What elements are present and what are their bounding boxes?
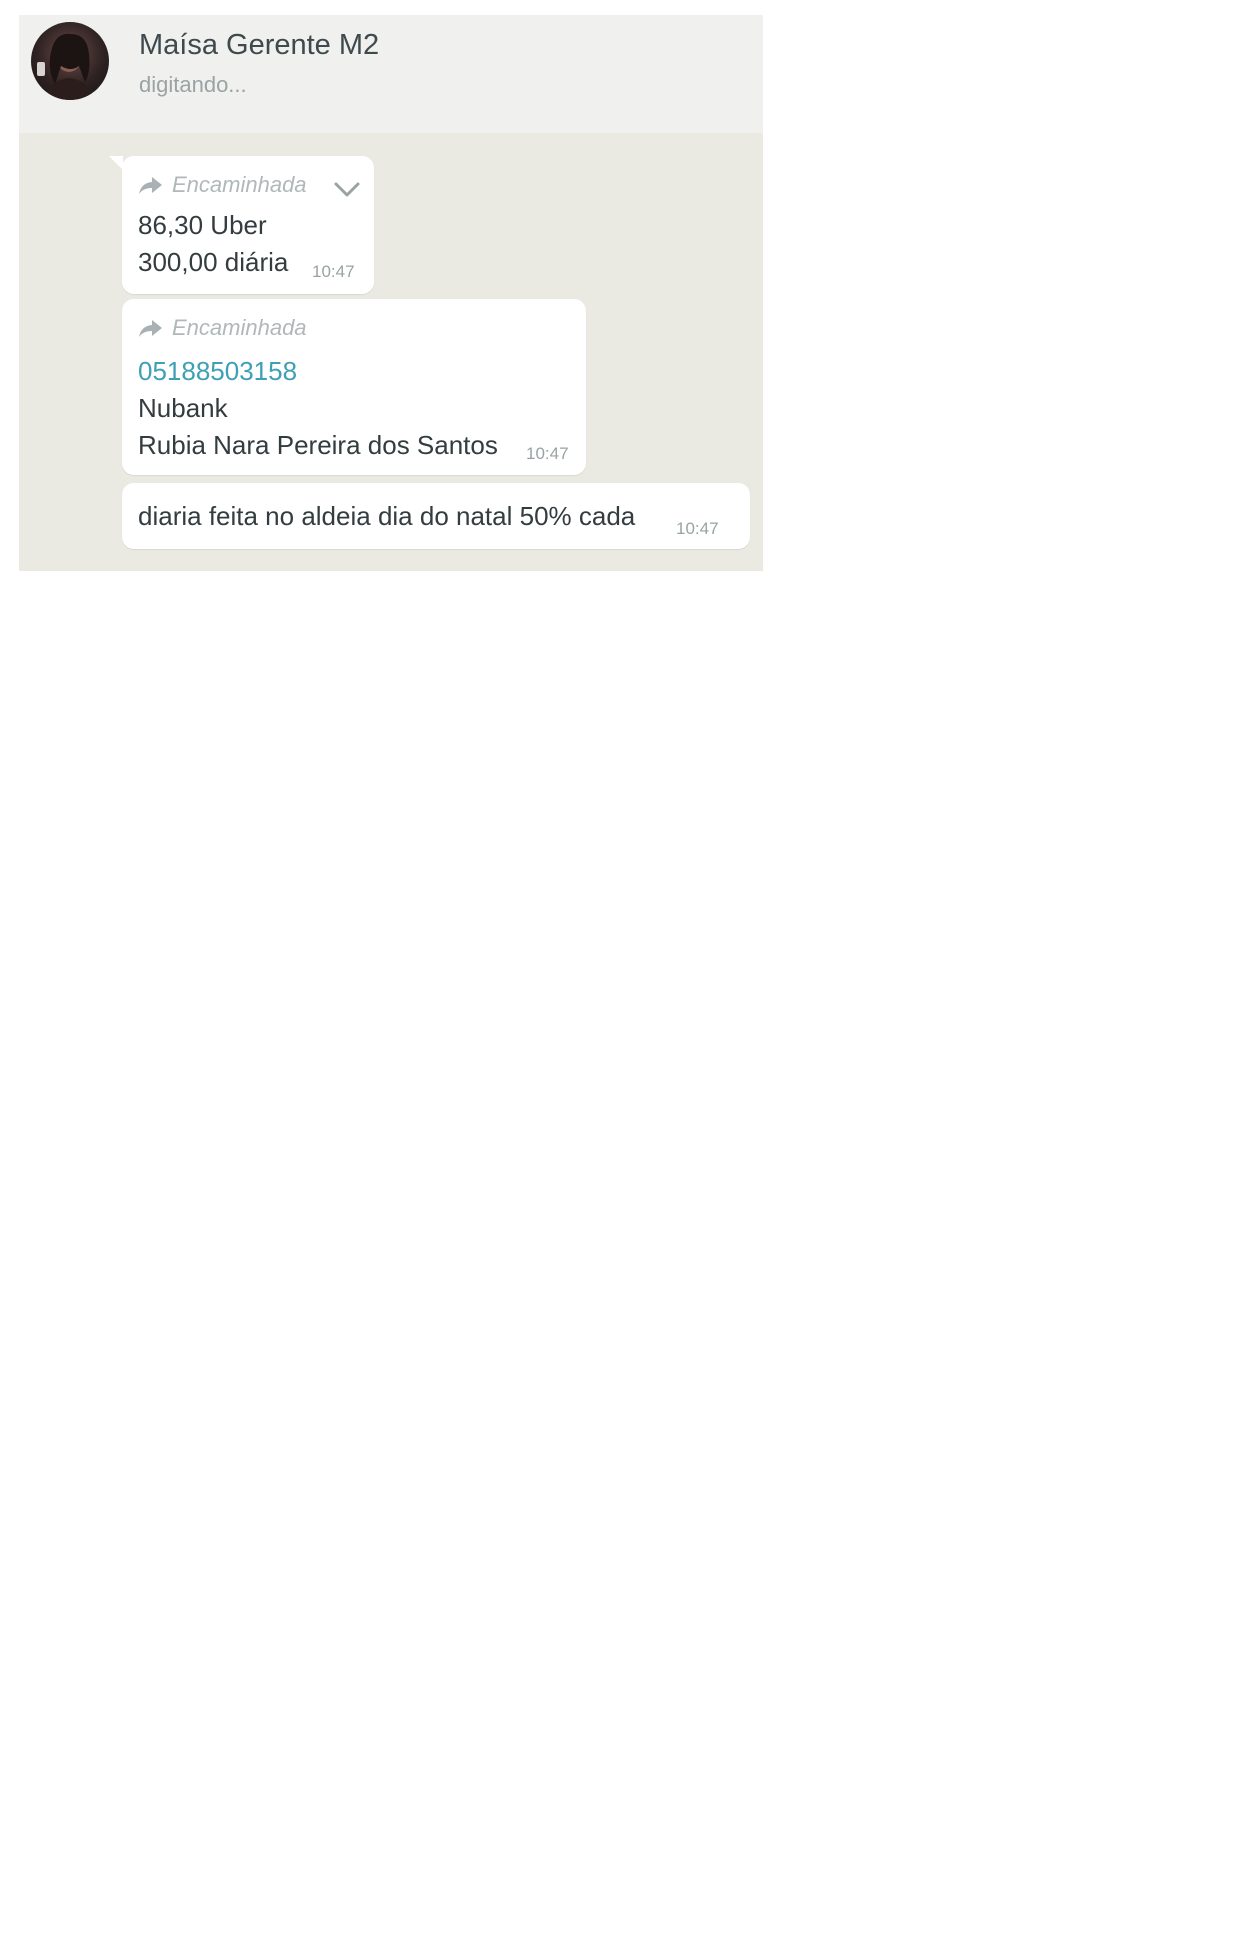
chat-screenshot: Maísa Gerente M2 digitando... Encaminhad… <box>19 15 763 571</box>
forwarded-indicator: Encaminhada <box>138 315 307 341</box>
message-line: Nubank <box>138 393 228 423</box>
phone-number-link[interactable]: 05188503158 <box>138 356 297 387</box>
message-line: Rubia Nara Pereira dos Santos <box>138 430 498 460</box>
forwarded-label: Encaminhada <box>172 172 307 197</box>
message-bubble[interactable]: Encaminhada 86,30 Uber 300,00 diária 10:… <box>109 156 374 294</box>
message-time: 10:47 <box>312 262 355 281</box>
message-line: 86,30 Uber <box>138 210 267 240</box>
message-time: 10:47 <box>676 519 719 538</box>
chat-header: Maísa Gerente M2 digitando... <box>19 15 763 133</box>
contact-name[interactable]: Maísa Gerente M2 <box>139 29 379 62</box>
message-bubble[interactable]: Encaminhada 05188503158 Nubank Rubia Nar… <box>122 299 586 475</box>
forward-arrow-icon <box>138 175 164 195</box>
message-time: 10:47 <box>526 444 569 463</box>
forwarded-indicator: Encaminhada <box>138 172 307 198</box>
message-text: diaria feita no aldeia dia do natal 50% … <box>138 501 636 531</box>
forward-arrow-icon <box>138 318 164 338</box>
typing-status: digitando... <box>139 72 247 97</box>
avatar-photo-icon <box>37 33 95 100</box>
message-bubble[interactable]: diaria feita no aldeia dia do natal 50% … <box>122 483 750 549</box>
forwarded-label: Encaminhada <box>172 315 307 340</box>
contact-avatar[interactable] <box>31 22 109 100</box>
message-line: 300,00 diária <box>138 247 289 277</box>
chevron-down-icon[interactable] <box>332 180 362 200</box>
